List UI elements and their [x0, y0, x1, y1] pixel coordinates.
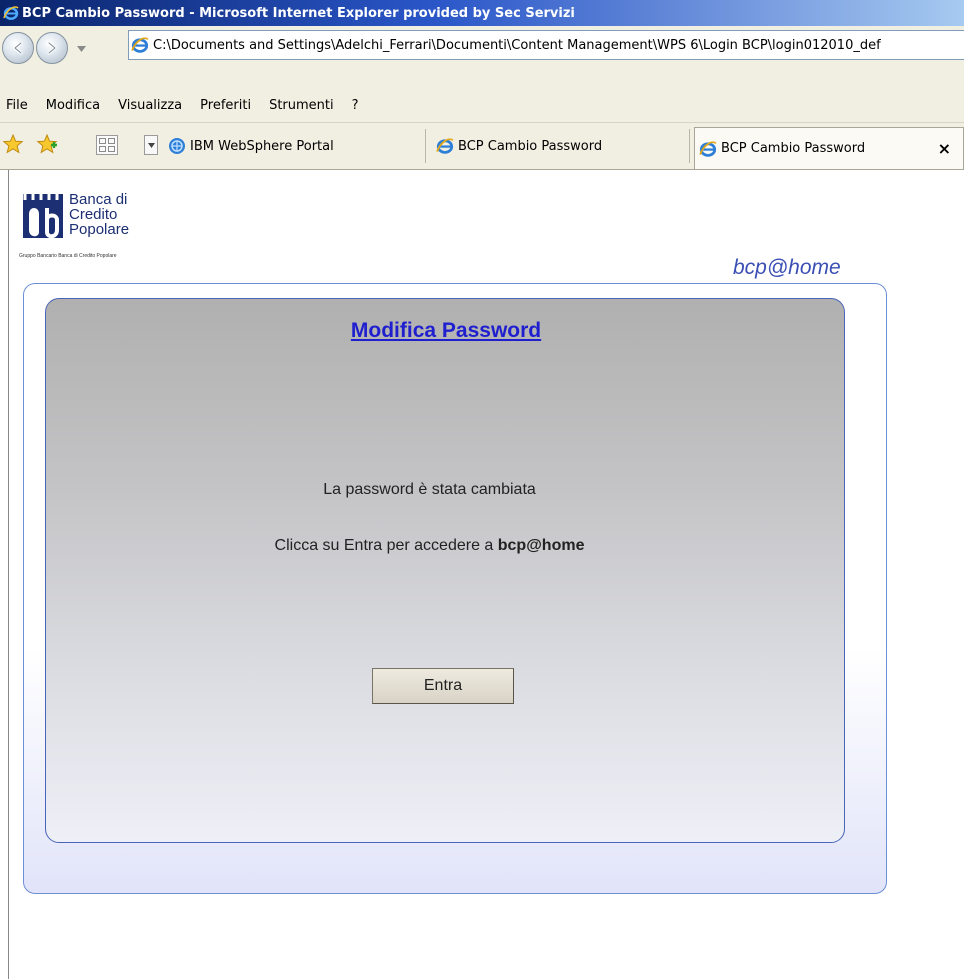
address-value: C:\Documents and Settings\Adelchi_Ferrar… [153, 37, 881, 53]
panel-title[interactable]: Modifica Password [46, 319, 846, 343]
tab-list-button[interactable] [144, 135, 158, 155]
websphere-icon [169, 138, 185, 154]
quick-tabs-cell [108, 146, 115, 152]
window-title: BCP Cambio Password - Microsoft Internet… [22, 5, 575, 21]
quick-tabs-cell [108, 138, 115, 144]
password-panel: Modifica Password La password è stata ca… [45, 298, 845, 843]
tab-bcp-cambio-password[interactable]: BCP Cambio Password [432, 129, 690, 163]
brand-tag: bcp@home [733, 256, 841, 279]
forward-button[interactable] [36, 32, 68, 64]
address-input[interactable]: C:\Documents and Settings\Adelchi_Ferrar… [128, 30, 964, 60]
tab-label: BCP Cambio Password [458, 138, 603, 154]
menu-strumenti[interactable]: Strumenti [260, 98, 343, 113]
tab-bcp-cambio-password-active[interactable]: BCP Cambio Password × [694, 127, 964, 169]
close-tab-icon[interactable]: × [938, 139, 951, 158]
instruction-brand: bcp@home [497, 537, 585, 554]
bank-group-subtitle: Gruppo Bancario Banca di Credito Popolar… [19, 253, 117, 259]
tab-ibm-websphere-portal[interactable]: IBM WebSphere Portal [164, 129, 426, 163]
ie-icon [131, 37, 149, 53]
chevron-down-icon [76, 46, 86, 52]
menu-modifica[interactable]: Modifica [37, 98, 109, 113]
tab-label: IBM WebSphere Portal [190, 138, 334, 154]
bcp-logo-mark-icon [23, 194, 63, 238]
history-dropdown-button[interactable] [74, 42, 88, 56]
tab-label: BCP Cambio Password [721, 141, 866, 156]
back-arrow-icon [13, 41, 23, 55]
menu-preferiti[interactable]: Preferiti [191, 98, 260, 113]
success-message: La password è stata cambiata [323, 481, 536, 498]
window-title-bar: BCP Cambio Password - Microsoft Internet… [0, 0, 964, 26]
favorites-star-icon[interactable] [2, 133, 24, 155]
tab-bar: IBM WebSphere Portal BCP Cambio Password… [0, 123, 964, 170]
instruction-message: Clicca su Entra per accedere a bcp@home [46, 537, 813, 555]
menu-help[interactable]: ? [343, 98, 368, 113]
ie-icon [699, 140, 717, 157]
quick-tabs-button[interactable] [96, 135, 118, 155]
menu-bar: File Modifica Visualizza Preferiti Strum… [0, 88, 964, 123]
quick-tabs-cell [99, 138, 106, 144]
ie-icon [436, 138, 454, 154]
navigation-toolbar: C:\Documents and Settings\Adelchi_Ferrar… [0, 26, 964, 89]
bank-logo: Banca di Credito Popolare Gruppo Bancari… [19, 192, 199, 262]
menu-visualizza[interactable]: Visualizza [109, 98, 191, 113]
enter-button[interactable]: Entra [372, 668, 514, 704]
bank-name-line: Credito [69, 206, 118, 223]
instruction-text: Clicca su Entra per accedere a [274, 537, 498, 554]
bank-name: Banca di Credito Popolare [69, 192, 129, 237]
back-button[interactable] [2, 32, 34, 64]
menu-file[interactable]: File [0, 98, 37, 113]
forward-arrow-icon [47, 41, 57, 55]
add-favorite-icon[interactable] [36, 133, 58, 155]
bank-name-line: Banca di [69, 191, 128, 208]
quick-tabs-cell [99, 146, 106, 152]
chevron-down-icon [147, 142, 155, 148]
ie-icon [3, 6, 19, 20]
bank-name-line: Popolare [69, 221, 130, 238]
page-content: Banca di Credito Popolare Gruppo Bancari… [8, 170, 964, 979]
